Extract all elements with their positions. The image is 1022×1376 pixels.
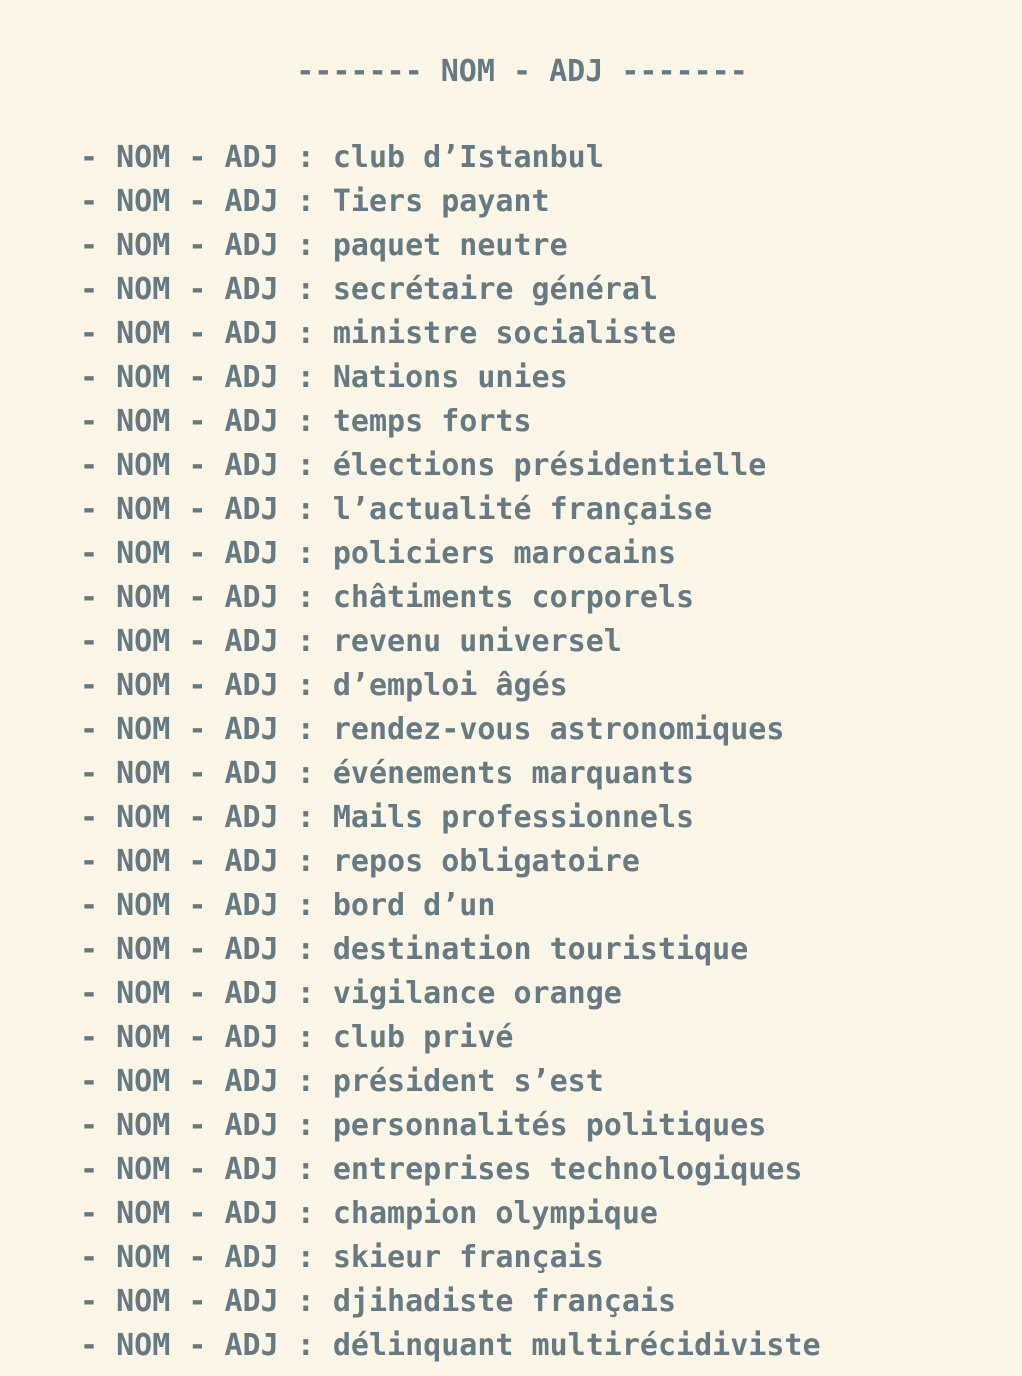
list-item: - NOM - ADJ : châtiments corporels	[80, 576, 821, 620]
entry-prefix: - NOM - ADJ :	[80, 316, 333, 351]
entry-prefix: - NOM - ADJ :	[80, 1020, 333, 1055]
entry-list: - NOM - ADJ : club d’Istanbul - NOM - ADJ…	[80, 136, 821, 1368]
entry-text: club privé	[332, 1020, 514, 1055]
list-item: - NOM - ADJ : revenu universel	[80, 620, 821, 664]
entry-text: entreprises technologiques	[332, 1152, 803, 1187]
entry-text: djihadiste français	[332, 1284, 677, 1319]
list-item: - NOM - ADJ : club privé	[80, 1016, 821, 1060]
entry-prefix: - NOM - ADJ :	[80, 228, 333, 263]
entry-prefix: - NOM - ADJ :	[80, 756, 333, 791]
document: ------- NOM - ADJ ------- - NOM - ADJ : …	[0, 0, 1022, 1376]
entry-text: ministre socialiste	[332, 316, 677, 351]
entry-text: Nations unies	[332, 360, 568, 395]
list-item: - NOM - ADJ : entreprises technologiques	[80, 1148, 821, 1192]
entry-text: délinquant multirécidiviste	[332, 1328, 821, 1363]
entry-prefix: - NOM - ADJ :	[80, 536, 333, 571]
entry-prefix: - NOM - ADJ :	[80, 800, 333, 835]
list-item: - NOM - ADJ : l’actualité française	[80, 488, 821, 532]
entry-text: événements marquants	[332, 756, 695, 791]
list-item: - NOM - ADJ : bord d’un	[80, 884, 821, 928]
list-item: - NOM - ADJ : président s’est	[80, 1060, 821, 1104]
list-item: - NOM - ADJ : club d’Istanbul	[80, 136, 821, 180]
list-item: - NOM - ADJ : d’emploi âgés	[80, 664, 821, 708]
list-item: - NOM - ADJ : rendez-vous astronomiques	[80, 708, 821, 752]
entry-prefix: - NOM - ADJ :	[80, 272, 333, 307]
list-item: - NOM - ADJ : Tiers payant	[80, 180, 821, 224]
list-item: - NOM - ADJ : délinquant multirécidivist…	[80, 1324, 821, 1368]
list-item: - NOM - ADJ : destination touristique	[80, 928, 821, 972]
entry-prefix: - NOM - ADJ :	[80, 492, 333, 527]
entry-text: Tiers payant	[332, 184, 550, 219]
entry-text: bord d’un	[332, 888, 496, 923]
entry-prefix: - NOM - ADJ :	[80, 140, 333, 175]
entry-text: paquet neutre	[332, 228, 568, 263]
list-item: - NOM - ADJ : policiers marocains	[80, 532, 821, 576]
entry-text: châtiments corporels	[332, 580, 695, 615]
entry-text: secrétaire général	[332, 272, 658, 307]
entry-text: temps forts	[332, 404, 532, 439]
section-heading: ------- NOM - ADJ -------	[296, 54, 748, 89]
entry-text: revenu universel	[332, 624, 622, 659]
list-item: - NOM - ADJ : Nations unies	[80, 356, 821, 400]
entry-prefix: - NOM - ADJ :	[80, 404, 333, 439]
list-item: - NOM - ADJ : événements marquants	[80, 752, 821, 796]
entry-prefix: - NOM - ADJ :	[80, 1328, 333, 1363]
entry-text: président s’est	[332, 1064, 604, 1099]
list-item: - NOM - ADJ : secrétaire général	[80, 268, 821, 312]
entry-prefix: - NOM - ADJ :	[80, 668, 333, 703]
entry-prefix: - NOM - ADJ :	[80, 1152, 333, 1187]
list-item: - NOM - ADJ : repos obligatoire	[80, 840, 821, 884]
entry-prefix: - NOM - ADJ :	[80, 1284, 333, 1319]
entry-prefix: - NOM - ADJ :	[80, 1196, 333, 1231]
entry-text: élections présidentielle	[332, 448, 767, 483]
entry-text: club d’Istanbul	[332, 140, 604, 175]
entry-text: skieur français	[332, 1240, 604, 1275]
list-item: - NOM - ADJ : champion olympique	[80, 1192, 821, 1236]
entry-prefix: - NOM - ADJ :	[80, 448, 333, 483]
entry-text: Mails professionnels	[332, 800, 695, 835]
entry-prefix: - NOM - ADJ :	[80, 360, 333, 395]
entry-prefix: - NOM - ADJ :	[80, 844, 333, 879]
entry-text: policiers marocains	[332, 536, 677, 571]
entry-text: l’actualité française	[332, 492, 713, 527]
entry-prefix: - NOM - ADJ :	[80, 888, 333, 923]
entry-prefix: - NOM - ADJ :	[80, 184, 333, 219]
entry-text: repos obligatoire	[332, 844, 640, 879]
list-item: - NOM - ADJ : élections présidentielle	[80, 444, 821, 488]
entry-prefix: - NOM - ADJ :	[80, 580, 333, 615]
list-item: - NOM - ADJ : temps forts	[80, 400, 821, 444]
entry-prefix: - NOM - ADJ :	[80, 1240, 333, 1275]
list-item: - NOM - ADJ : ministre socialiste	[80, 312, 821, 356]
entry-text: d’emploi âgés	[332, 668, 568, 703]
entry-prefix: - NOM - ADJ :	[80, 932, 333, 967]
list-item: - NOM - ADJ : vigilance orange	[80, 972, 821, 1016]
entry-text: rendez-vous astronomiques	[332, 712, 785, 747]
list-item: - NOM - ADJ : personnalités politiques	[80, 1104, 821, 1148]
entry-prefix: - NOM - ADJ :	[80, 1108, 333, 1143]
list-item: - NOM - ADJ : skieur français	[80, 1236, 821, 1280]
list-item: - NOM - ADJ : djihadiste français	[80, 1280, 821, 1324]
entry-prefix: - NOM - ADJ :	[80, 624, 333, 659]
entry-text: personnalités politiques	[332, 1108, 767, 1143]
list-item: - NOM - ADJ : paquet neutre	[80, 224, 821, 268]
list-item: - NOM - ADJ : Mails professionnels	[80, 796, 821, 840]
entry-text: vigilance orange	[332, 976, 622, 1011]
entry-text: champion olympique	[332, 1196, 658, 1231]
entry-prefix: - NOM - ADJ :	[80, 712, 333, 747]
entry-prefix: - NOM - ADJ :	[80, 976, 333, 1011]
entry-text: destination touristique	[332, 932, 749, 967]
entry-prefix: - NOM - ADJ :	[80, 1064, 333, 1099]
